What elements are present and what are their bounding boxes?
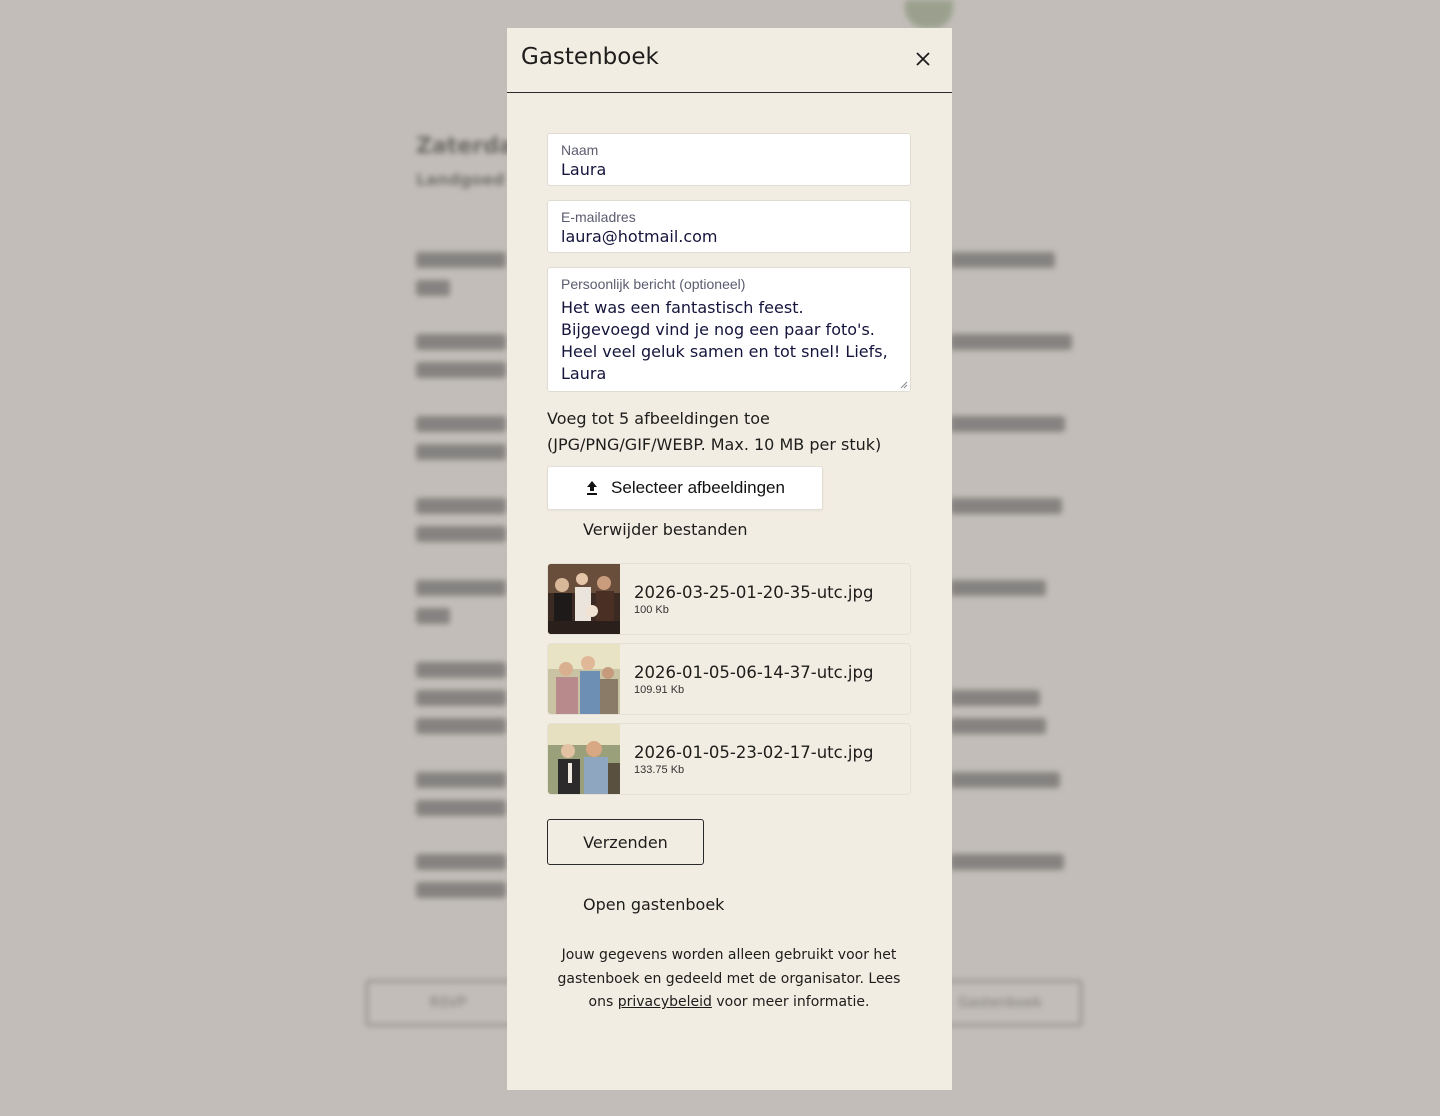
upload-hint-line: Voeg tot 5 afbeeldingen toe: [547, 409, 770, 428]
modal-header: Gastenboek: [507, 28, 952, 93]
background-text-line: [950, 690, 1040, 706]
guestbook-modal: Gastenboek Naam Laura E-mailadres laura@…: [507, 28, 952, 1090]
open-guestbook-button[interactable]: Open gastenboek: [583, 895, 724, 914]
upload-icon: [585, 480, 599, 496]
name-label: Naam: [561, 142, 599, 158]
email-field[interactable]: E-mailadres laura@hotmail.com: [547, 200, 911, 253]
file-size: 100 Kb: [634, 603, 669, 616]
background-text-line: [416, 608, 450, 624]
background-text-line: [950, 416, 1065, 432]
privacy-text-end: voor meer informatie.: [711, 994, 870, 1010]
name-field[interactable]: Naam Laura: [547, 133, 911, 186]
file-info: 2026-03-25-01-20-35-utc.jpg 100 Kb: [634, 583, 873, 616]
background-text-line: [416, 662, 506, 678]
background-text-line: [950, 718, 1046, 734]
message-textarea[interactable]: Het was een fantastisch feest. Bijgevoeg…: [561, 297, 897, 385]
background-text-line: [950, 772, 1060, 788]
background-text-line: [950, 252, 1055, 268]
file-name: 2026-01-05-06-14-37-utc.jpg: [634, 662, 874, 682]
background-text-line: [416, 280, 450, 296]
file-size: 133.75 Kb: [634, 763, 685, 776]
email-input[interactable]: laura@hotmail.com: [561, 227, 897, 246]
close-icon: [916, 52, 930, 66]
select-images-button[interactable]: Selecteer afbeeldingen: [547, 466, 823, 510]
privacy-notice: Jouw gegevens worden alleen gebruikt voo…: [543, 944, 915, 1015]
file-size: 109.91 Kb: [634, 683, 685, 696]
background-text-line: [950, 580, 1046, 596]
file-item[interactable]: 2026-01-05-23-02-17-utc.jpg 133.75 Kb: [547, 723, 911, 795]
background-text-line: [416, 444, 506, 460]
remove-files-button[interactable]: Verwijder bestanden: [583, 520, 747, 539]
privacy-policy-link[interactable]: privacybeleid: [618, 994, 712, 1010]
file-item[interactable]: 2026-01-05-06-14-37-utc.jpg 109.91 Kb: [547, 643, 911, 715]
modal-title: Gastenboek: [521, 44, 659, 70]
background-text-line: [416, 362, 506, 378]
upload-hint: Voeg tot 5 afbeeldingen toe (JPG/PNG/GIF…: [547, 406, 911, 458]
background-text-line: [416, 854, 506, 870]
email-label: E-mailadres: [561, 209, 636, 225]
file-list: 2026-03-25-01-20-35-utc.jpg 100 Kb 2026-…: [547, 563, 911, 795]
background-text-line: [416, 800, 506, 816]
background-text-line: [416, 334, 506, 350]
background-text-line: [416, 498, 506, 514]
file-name: 2026-01-05-23-02-17-utc.jpg: [634, 742, 874, 762]
background-text-line: [950, 498, 1062, 514]
file-thumbnail: [548, 724, 620, 794]
background-text-line: [416, 772, 506, 788]
background-text-line: [416, 690, 506, 706]
resize-handle-icon[interactable]: [900, 381, 908, 389]
background-text-line: [950, 334, 1072, 350]
file-thumbnail: [548, 564, 620, 634]
background-rsvp-button: RSVP: [366, 980, 530, 1026]
message-label: Persoonlijk bericht (optioneel): [561, 276, 746, 292]
background-text-line: [416, 882, 506, 898]
file-thumbnail: [548, 644, 620, 714]
background-text-line: [416, 526, 506, 542]
background-text-line: [950, 854, 1064, 870]
file-info: 2026-01-05-06-14-37-utc.jpg 109.91 Kb: [634, 663, 873, 696]
file-item[interactable]: 2026-03-25-01-20-35-utc.jpg 100 Kb: [547, 563, 911, 635]
select-images-label: Selecteer afbeeldingen: [611, 478, 785, 497]
close-button[interactable]: [914, 50, 932, 68]
background-text-line: [416, 580, 506, 596]
background-text-line: [416, 416, 506, 432]
name-input[interactable]: Laura: [561, 160, 897, 179]
file-info: 2026-01-05-23-02-17-utc.jpg 133.75 Kb: [634, 743, 873, 776]
message-field[interactable]: Persoonlijk bericht (optioneel) Het was …: [547, 267, 911, 392]
background-text-line: [416, 252, 506, 268]
upload-hint-line: (JPG/PNG/GIF/WEBP. Max. 10 MB per stuk): [547, 435, 882, 454]
background-subheading: Landgoed: [416, 170, 505, 189]
guestbook-form: Naam Laura E-mailadres laura@hotmail.com…: [547, 133, 911, 1015]
background-text-line: [416, 718, 506, 734]
submit-button[interactable]: Verzenden: [547, 819, 704, 865]
background-photo: [905, 0, 953, 28]
file-name: 2026-03-25-01-20-35-utc.jpg: [634, 582, 874, 602]
